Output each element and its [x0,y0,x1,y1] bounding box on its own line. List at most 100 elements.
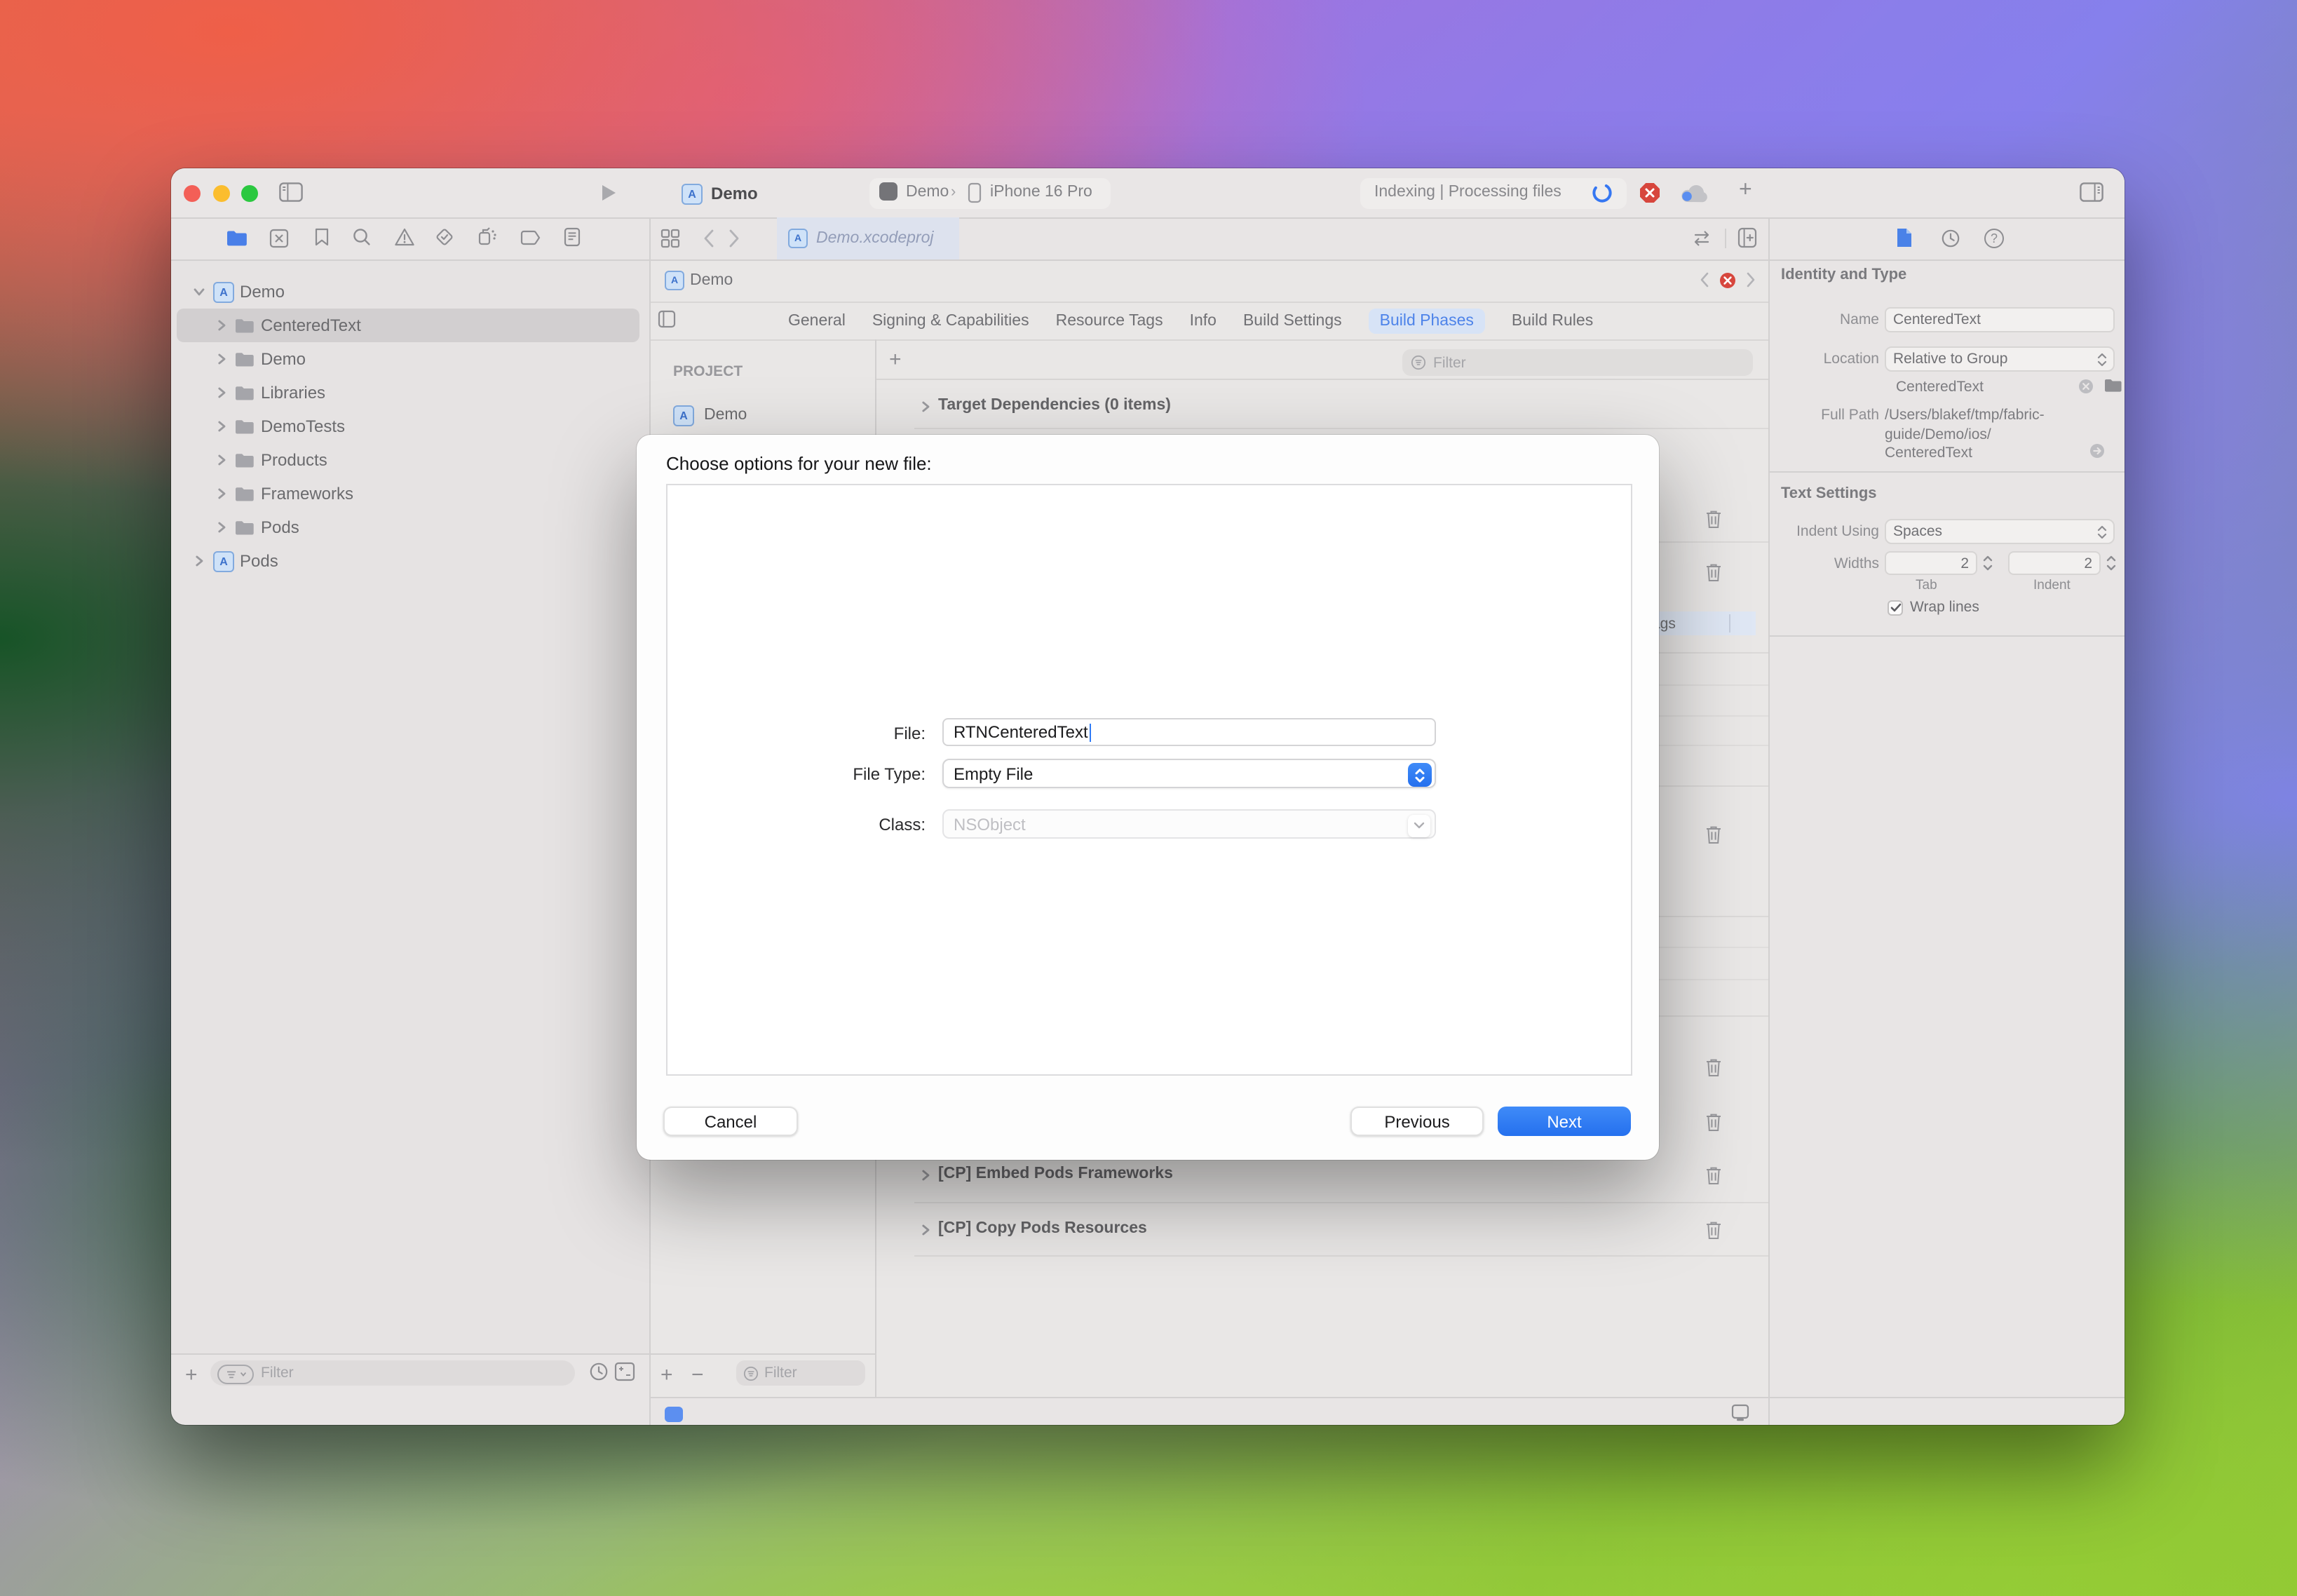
editor-grid-icon[interactable] [660,229,680,248]
navigator-item-pods-folder[interactable]: Pods [177,510,639,544]
project-item-demo[interactable]: A Demo [659,401,867,429]
toggle-navigator-icon[interactable] [279,182,303,202]
recent-files-filter-icon[interactable] [589,1362,609,1381]
previous-button[interactable]: Previous [1350,1107,1484,1136]
class-combo-box[interactable]: NSObject [942,809,1436,839]
indent-using-popup[interactable]: Spaces [1885,519,2115,544]
location-popup[interactable]: Relative to Group [1885,346,2115,372]
next-button[interactable]: Next [1498,1107,1631,1136]
open-path-arrow-icon[interactable] [2089,443,2105,459]
debug-navigator-icon[interactable] [477,226,498,247]
navigator-filter-field[interactable]: Filter [210,1360,575,1386]
delete-phase-icon[interactable] [1705,562,1722,582]
remove-target-button[interactable]: − [691,1363,704,1387]
source-control-filter-icon[interactable] [614,1362,635,1381]
next-issue-icon[interactable] [1746,272,1756,288]
disclosure-chevron-icon[interactable] [216,454,227,466]
scheme-name[interactable]: Demo [906,184,949,201]
add-button[interactable]: + [1739,178,1752,203]
disclosure-chevron-icon[interactable] [216,387,227,398]
back-icon[interactable] [703,229,715,248]
add-editor-icon[interactable] [1737,227,1757,248]
tab-width-stepper[interactable] [1981,551,1994,575]
navigator-item-centeredtext[interactable]: CenteredText [177,309,639,342]
combo-chevron-icon[interactable] [1408,814,1430,837]
stop-error-badge-icon[interactable] [1639,182,1660,203]
editor-tab[interactable]: A Demo.xcodeproj [777,217,959,259]
clear-group-icon[interactable] [2078,379,2094,394]
disclosure-chevron-icon[interactable] [920,1224,931,1236]
run-button[interactable] [600,184,617,202]
tab-width-field[interactable]: 2 [1885,551,1977,575]
wrap-lines-checkbox[interactable]: Wrap lines [1888,599,1979,616]
close-window-button[interactable] [184,184,201,201]
breakpoint-navigator-icon[interactable] [520,230,541,245]
phase-row-target-dependencies[interactable]: Target Dependencies (0 items) [876,387,1768,426]
indent-width-stepper[interactable] [2105,551,2118,575]
navigator-item-demotests[interactable]: DemoTests [177,410,639,443]
search-navigator-icon[interactable] [352,227,372,247]
delete-phase-icon[interactable] [1705,509,1722,529]
tab-signing-capabilities[interactable]: Signing & Capabilities [872,313,1029,330]
tab-build-settings[interactable]: Build Settings [1243,313,1342,330]
history-inspector-icon[interactable] [1941,229,1960,248]
file-inspector-icon[interactable] [1896,227,1913,248]
choose-folder-icon[interactable] [2103,377,2122,393]
phase-row-copy-pods[interactable]: [CP] Copy Pods Resources [876,1210,1768,1250]
project-navigator-icon[interactable] [226,229,247,247]
issue-navigator-icon[interactable] [394,227,415,247]
indent-width-field[interactable]: 2 [2008,551,2101,575]
phases-filter-field[interactable]: Filter [1402,349,1753,376]
delete-phase-icon[interactable] [1705,1112,1722,1132]
test-navigator-icon[interactable] [435,227,454,247]
help-inspector-icon[interactable]: ? [1984,229,2004,248]
add-build-phase-button[interactable]: + [889,348,902,372]
minimize-window-button[interactable] [213,184,230,201]
tab-build-phases[interactable]: Build Phases [1369,309,1485,334]
titlebar[interactable] [171,168,2125,217]
swap-editor-icon[interactable] [1691,230,1712,247]
disclosure-chevron-icon[interactable] [216,488,227,499]
popup-stepper-icon[interactable] [1408,763,1432,787]
tab-build-rules[interactable]: Build Rules [1512,313,1593,330]
disclosure-chevron-icon[interactable] [920,1170,931,1181]
add-file-button[interactable]: + [185,1363,198,1387]
navigator-item-pods-project[interactable]: A Pods [177,544,639,578]
bookmark-navigator-icon[interactable] [314,227,330,247]
tab-info[interactable]: Info [1190,313,1217,330]
prev-issue-icon[interactable] [1700,272,1709,288]
delete-phase-icon[interactable] [1705,1220,1722,1240]
navigator-item-demo-project[interactable]: A Demo [177,275,639,309]
destination-name[interactable]: iPhone 16 Pro [990,184,1092,201]
disclosure-chevron-icon[interactable] [194,286,205,297]
navigator-item-frameworks[interactable]: Frameworks [177,477,639,510]
disclosure-chevron-icon[interactable] [920,401,931,412]
device-icon[interactable] [1730,1404,1750,1422]
cancel-button[interactable]: Cancel [663,1107,798,1136]
disclosure-chevron-icon[interactable] [216,353,227,365]
zoom-window-button[interactable] [241,184,258,201]
targets-filter-field[interactable]: Filter [736,1360,865,1386]
phase-row-embed-pods[interactable]: [CP] Embed Pods Frameworks [876,1156,1768,1195]
navigator-item-demo-folder[interactable]: Demo [177,342,639,376]
name-field[interactable]: CenteredText [1885,307,2115,332]
file-name-input[interactable]: RTNCenteredText [942,718,1436,746]
tab-resource-tags[interactable]: Resource Tags [1056,313,1163,330]
disclosure-chevron-icon[interactable] [194,555,205,567]
cloud-status-icon[interactable] [1680,184,1708,203]
breakpoints-toggle-icon[interactable] [665,1407,683,1422]
filter-options-icon[interactable] [217,1365,254,1384]
add-target-button[interactable]: + [660,1363,673,1387]
checkbox-icon[interactable] [1888,600,1903,615]
breadcrumb[interactable]: Demo [690,272,733,289]
report-navigator-icon[interactable] [564,227,581,247]
forward-icon[interactable] [728,229,740,248]
disclosure-chevron-icon[interactable] [216,421,227,432]
disclosure-chevron-icon[interactable] [216,320,227,331]
delete-phase-icon[interactable] [1705,825,1722,844]
file-type-popup[interactable]: Empty File [942,759,1436,788]
navigator-item-products[interactable]: Products [177,443,639,477]
delete-phase-icon[interactable] [1705,1057,1722,1077]
related-items-icon[interactable] [658,310,676,328]
error-badge-icon[interactable] [1719,271,1736,288]
